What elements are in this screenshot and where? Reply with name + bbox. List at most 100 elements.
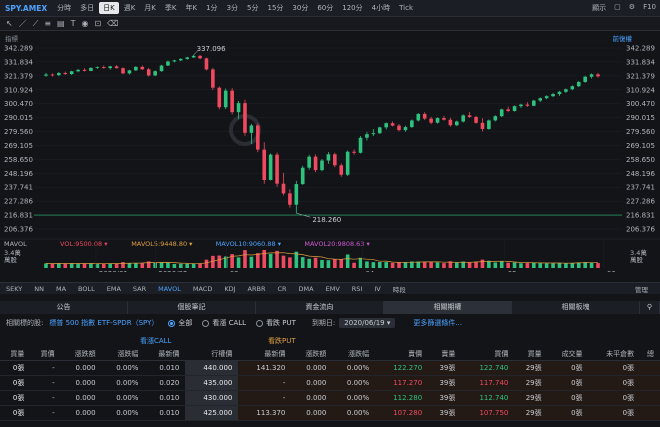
panel-tab[interactable]: 個股筆記 xyxy=(128,301,256,314)
panel-tab[interactable]: 公告 xyxy=(0,301,128,314)
indicator-tab-emv[interactable]: EMV xyxy=(320,285,346,293)
column-header[interactable]: 買量 xyxy=(0,348,31,361)
column-header[interactable]: 漲跌額 xyxy=(60,348,102,361)
column-header[interactable]: 漲跌幅 xyxy=(101,348,145,361)
indicator-tab-arbr[interactable]: ARBR xyxy=(242,285,272,293)
period-tab[interactable]: 30分 xyxy=(288,2,312,14)
indicator-tab-macd[interactable]: MACD xyxy=(187,285,218,293)
candle-body xyxy=(243,103,247,133)
period-tab[interactable]: 年K xyxy=(182,2,202,14)
period-tab[interactable]: 季K xyxy=(161,2,181,14)
period-tab[interactable]: 月K xyxy=(140,2,160,14)
period-tab[interactable]: Tick xyxy=(395,3,417,13)
price-tick-left: 321.379 xyxy=(4,72,33,80)
period-tab[interactable]: 1分 xyxy=(202,2,221,14)
indicator-tab-nn[interactable]: NN xyxy=(28,285,50,293)
column-header[interactable]: 總 xyxy=(640,348,660,361)
candle-body xyxy=(249,125,254,133)
indicator-tab-kdj[interactable]: KDJ xyxy=(218,285,241,293)
column-header[interactable]: 行權價 xyxy=(185,348,239,361)
column-header[interactable]: 漲跌幅 xyxy=(332,348,376,361)
column-header[interactable]: 買價 xyxy=(461,348,515,361)
period-tab[interactable]: 15分 xyxy=(264,2,288,14)
symbol-label[interactable]: SPY.AMEX xyxy=(5,4,47,13)
indicator-tab-iv[interactable]: IV xyxy=(368,285,386,293)
volume-bar xyxy=(345,254,350,268)
period-tab[interactable]: 多日 xyxy=(76,2,98,14)
trend-tool-icon[interactable]: ⟋ xyxy=(33,19,39,29)
expiry-select[interactable]: 2020/06/19 ▾ xyxy=(339,318,396,328)
panel-tab[interactable]: 相關期權 xyxy=(384,301,512,314)
period-tab[interactable]: 120分 xyxy=(338,2,366,14)
indicator-tab-ema[interactable]: EMA xyxy=(101,285,127,293)
table-row[interactable]: 0張 -0.000 0.00% 0.010 425.000 113.370 0.000 0.0… xyxy=(0,405,660,421)
option-type-radio[interactable]: 全部 xyxy=(168,318,192,328)
indicator-tab-mavol[interactable]: MAVOL xyxy=(152,285,187,293)
delete-icon[interactable]: ⌫ xyxy=(107,19,118,28)
column-header[interactable]: 未平倉數 xyxy=(588,348,641,361)
indicator-tab-boll[interactable]: BOLL xyxy=(72,285,101,293)
candle-body xyxy=(211,69,215,88)
text-tool-icon[interactable]: T xyxy=(71,19,76,28)
table-row[interactable]: 0張 -0.000 0.00% 0.020 435.000-0.000 0.00% 117.… xyxy=(0,375,660,391)
indicator-tab-時段[interactable]: 時段 xyxy=(387,284,412,294)
column-header[interactable]: 買價 xyxy=(30,348,61,361)
top-right-item[interactable]: ⚙ xyxy=(629,3,635,13)
table-row[interactable]: 0張 -0.000 0.00% 0.010 430.000-0.000 0.00% 112.… xyxy=(0,390,660,406)
column-header[interactable]: 買量 xyxy=(514,348,548,361)
channel-tool-icon[interactable]: ≡ xyxy=(44,19,51,28)
volume-unit-left: 萬股 xyxy=(4,255,18,264)
eye-icon[interactable]: ◉ xyxy=(81,19,88,28)
volume-bar xyxy=(454,262,459,268)
more-filters-link[interactable]: 更多篩選條件... xyxy=(413,318,462,328)
candle-body xyxy=(448,119,453,126)
underlying-value[interactable]: 標普 500 指數 ETF-SPDR（SPY） xyxy=(49,318,158,328)
column-header[interactable]: 最新價 xyxy=(238,348,292,361)
period-tab[interactable]: 週K xyxy=(120,2,140,14)
top-right-item[interactable]: 顯示 xyxy=(592,3,606,13)
table-row[interactable]: 0張 -0.000 0.00% 0.010 440.000 141.320 0.000 0.0… xyxy=(0,360,660,376)
indicator-tab-ma[interactable]: MA xyxy=(50,285,72,293)
panel-tab[interactable]: 相關板塊 xyxy=(512,301,640,314)
top-right-item[interactable]: ▢ xyxy=(614,3,621,13)
panel-filter-icon[interactable]: ⚲ xyxy=(640,301,660,314)
option-type-radio[interactable]: 看漲 CALL xyxy=(202,318,246,328)
volume-bar xyxy=(69,263,74,268)
fib-tool-icon[interactable]: ▤ xyxy=(57,19,65,28)
period-tab[interactable]: 3分 xyxy=(223,2,242,14)
candle-body xyxy=(397,125,401,131)
column-header[interactable]: 賣量 xyxy=(428,348,462,361)
candlestick-chart[interactable]: 342.289 342.289 331.834 331.834 321.379 321.3… xyxy=(0,42,660,272)
period-tab[interactable]: 4小時 xyxy=(368,2,394,14)
price-tick-right: 269.105 xyxy=(626,142,655,150)
indicator-tab-seky[interactable]: SEKY xyxy=(0,285,28,293)
indicator-tab-cr[interactable]: CR xyxy=(271,285,292,293)
period-tab[interactable]: 分時 xyxy=(53,2,75,14)
cursor-icon[interactable]: ↖ xyxy=(6,19,13,28)
table-cell: 29張 xyxy=(514,390,548,406)
top-right-item[interactable]: F10 xyxy=(643,3,656,13)
column-header[interactable]: 賣價 xyxy=(375,348,429,361)
period-tab[interactable]: 日K xyxy=(99,2,119,14)
indicator-tab-dma[interactable]: DMA xyxy=(293,285,320,293)
indicator-tab-sar[interactable]: SAR xyxy=(127,285,152,293)
column-header[interactable]: 漲跌額 xyxy=(291,348,333,361)
lock-icon[interactable]: ⊡ xyxy=(94,19,101,28)
column-header[interactable]: 最新價 xyxy=(144,348,186,361)
volume-bar xyxy=(499,261,504,268)
period-tab[interactable]: 5分 xyxy=(243,2,262,14)
table-cell: 0.000 xyxy=(291,405,333,421)
radio-dot[interactable] xyxy=(168,319,176,327)
manage-button[interactable]: 管理 xyxy=(629,284,654,294)
period-tab[interactable]: 60分 xyxy=(313,2,337,14)
panel-tab[interactable]: 資金流向 xyxy=(256,301,384,314)
column-header[interactable]: 成交量 xyxy=(547,348,589,361)
radio-dot[interactable] xyxy=(202,319,210,327)
radio-dot[interactable] xyxy=(256,319,264,327)
candle-body xyxy=(551,94,555,97)
option-type-radio[interactable]: 看跌 PUT xyxy=(256,318,296,328)
price-tick-right: 342.289 xyxy=(626,45,655,53)
indicator-tab-rsi[interactable]: RSI xyxy=(346,285,369,293)
candle-body xyxy=(146,69,151,76)
line-tool-icon[interactable]: ／ xyxy=(19,18,27,29)
